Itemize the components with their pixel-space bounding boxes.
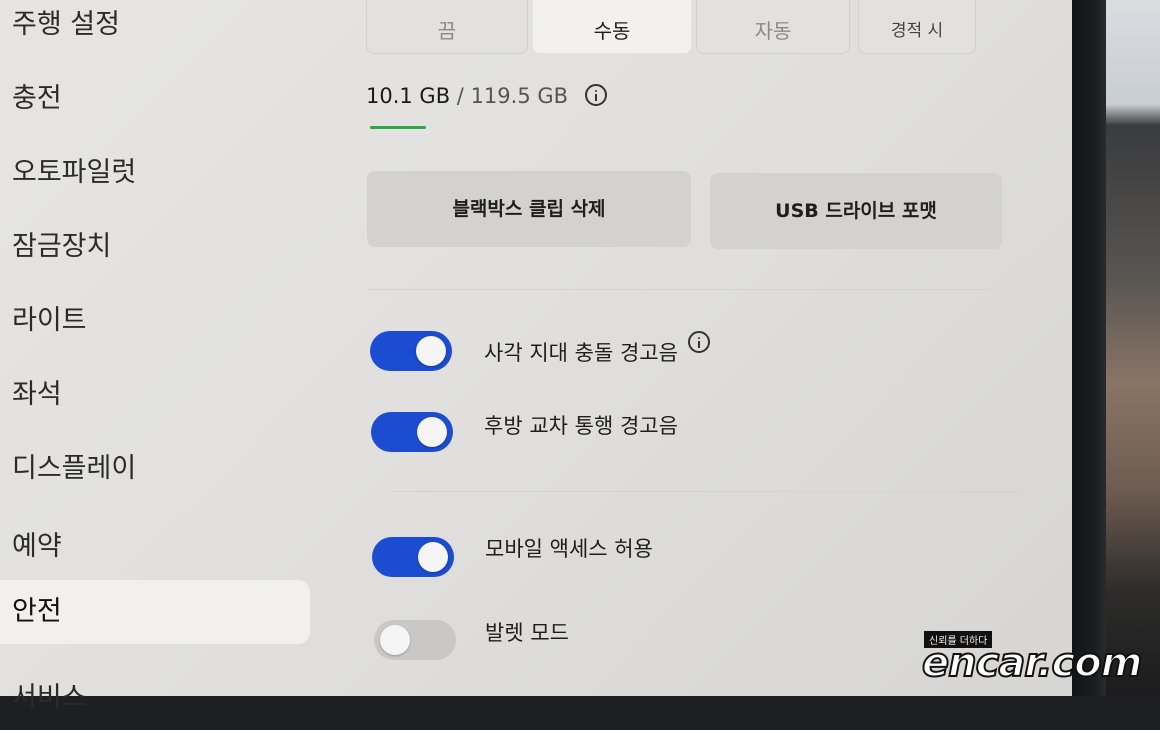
storage-total: 119.5 GB bbox=[470, 84, 569, 108]
storage-usage: 10.1 GB / 119.5 GB bbox=[366, 84, 607, 108]
mode-option-manual[interactable]: 수동 bbox=[532, 0, 692, 54]
watermark-logo: encar.com bbox=[921, 639, 1143, 687]
section-divider bbox=[368, 289, 998, 290]
rear-cross-traffic-label: 후방 교차 통행 경고음 bbox=[484, 414, 678, 438]
storage-info-icon[interactable] bbox=[584, 84, 607, 106]
sidebar-item-schedule[interactable]: 예약 bbox=[0, 515, 310, 579]
format-usb-button[interactable]: USB 드라이브 포맷 bbox=[710, 173, 1002, 249]
sidebar-item-charging[interactable]: 충전 bbox=[0, 67, 310, 131]
storage-used: 10.1 GB bbox=[366, 84, 451, 108]
car-interior-background bbox=[1106, 0, 1160, 696]
sidebar-item-display[interactable]: 디스플레이 bbox=[0, 437, 310, 501]
mobile-access-toggle[interactable] bbox=[372, 537, 454, 577]
delete-dashcam-clips-button[interactable]: 블랙박스 클립 삭제 bbox=[367, 171, 691, 247]
mode-option-on-horn[interactable]: 경적 시 bbox=[858, 0, 976, 54]
sidebar-item-locks[interactable]: 잠금장치 bbox=[0, 215, 310, 279]
storage-separator: / bbox=[450, 84, 471, 108]
valet-mode-label: 발렛 모드 bbox=[485, 621, 569, 645]
mode-option-off[interactable]: 끔 bbox=[366, 0, 528, 54]
toggle-knob bbox=[380, 625, 410, 655]
blind-spot-warning-toggle[interactable] bbox=[370, 331, 452, 371]
sidebar-item-driving[interactable]: 주행 설정 bbox=[0, 0, 310, 57]
section-divider bbox=[390, 491, 1020, 492]
settings-sidebar: 주행 설정 충전 오토파일럿 잠금장치 라이트 좌석 디스플레이 예약 안전 서… bbox=[0, 0, 330, 713]
toggle-knob bbox=[417, 417, 447, 447]
blind-spot-info-icon[interactable] bbox=[688, 331, 710, 353]
sidebar-item-service[interactable]: 서비스 bbox=[0, 666, 310, 730]
sidebar-item-seats[interactable]: 좌석 bbox=[0, 363, 310, 427]
toggle-knob bbox=[416, 336, 446, 366]
sidebar-item-safety[interactable]: 안전 bbox=[0, 580, 310, 644]
storage-usage-bar bbox=[370, 126, 426, 129]
valet-mode-toggle[interactable] bbox=[374, 620, 456, 660]
screen-bezel bbox=[1072, 0, 1106, 696]
toggle-knob bbox=[418, 542, 448, 572]
sidebar-item-autopilot[interactable]: 오토파일럿 bbox=[0, 141, 310, 205]
blind-spot-warning-label: 사각 지대 충돌 경고음 bbox=[484, 341, 678, 365]
sidebar-item-lights[interactable]: 라이트 bbox=[0, 289, 310, 353]
rear-cross-traffic-toggle[interactable] bbox=[371, 412, 453, 452]
mode-option-auto[interactable]: 자동 bbox=[696, 0, 850, 54]
mobile-access-label: 모바일 액세스 허용 bbox=[485, 537, 653, 561]
settings-screen: 주행 설정 충전 오토파일럿 잠금장치 라이트 좌석 디스플레이 예약 안전 서… bbox=[0, 0, 1080, 713]
